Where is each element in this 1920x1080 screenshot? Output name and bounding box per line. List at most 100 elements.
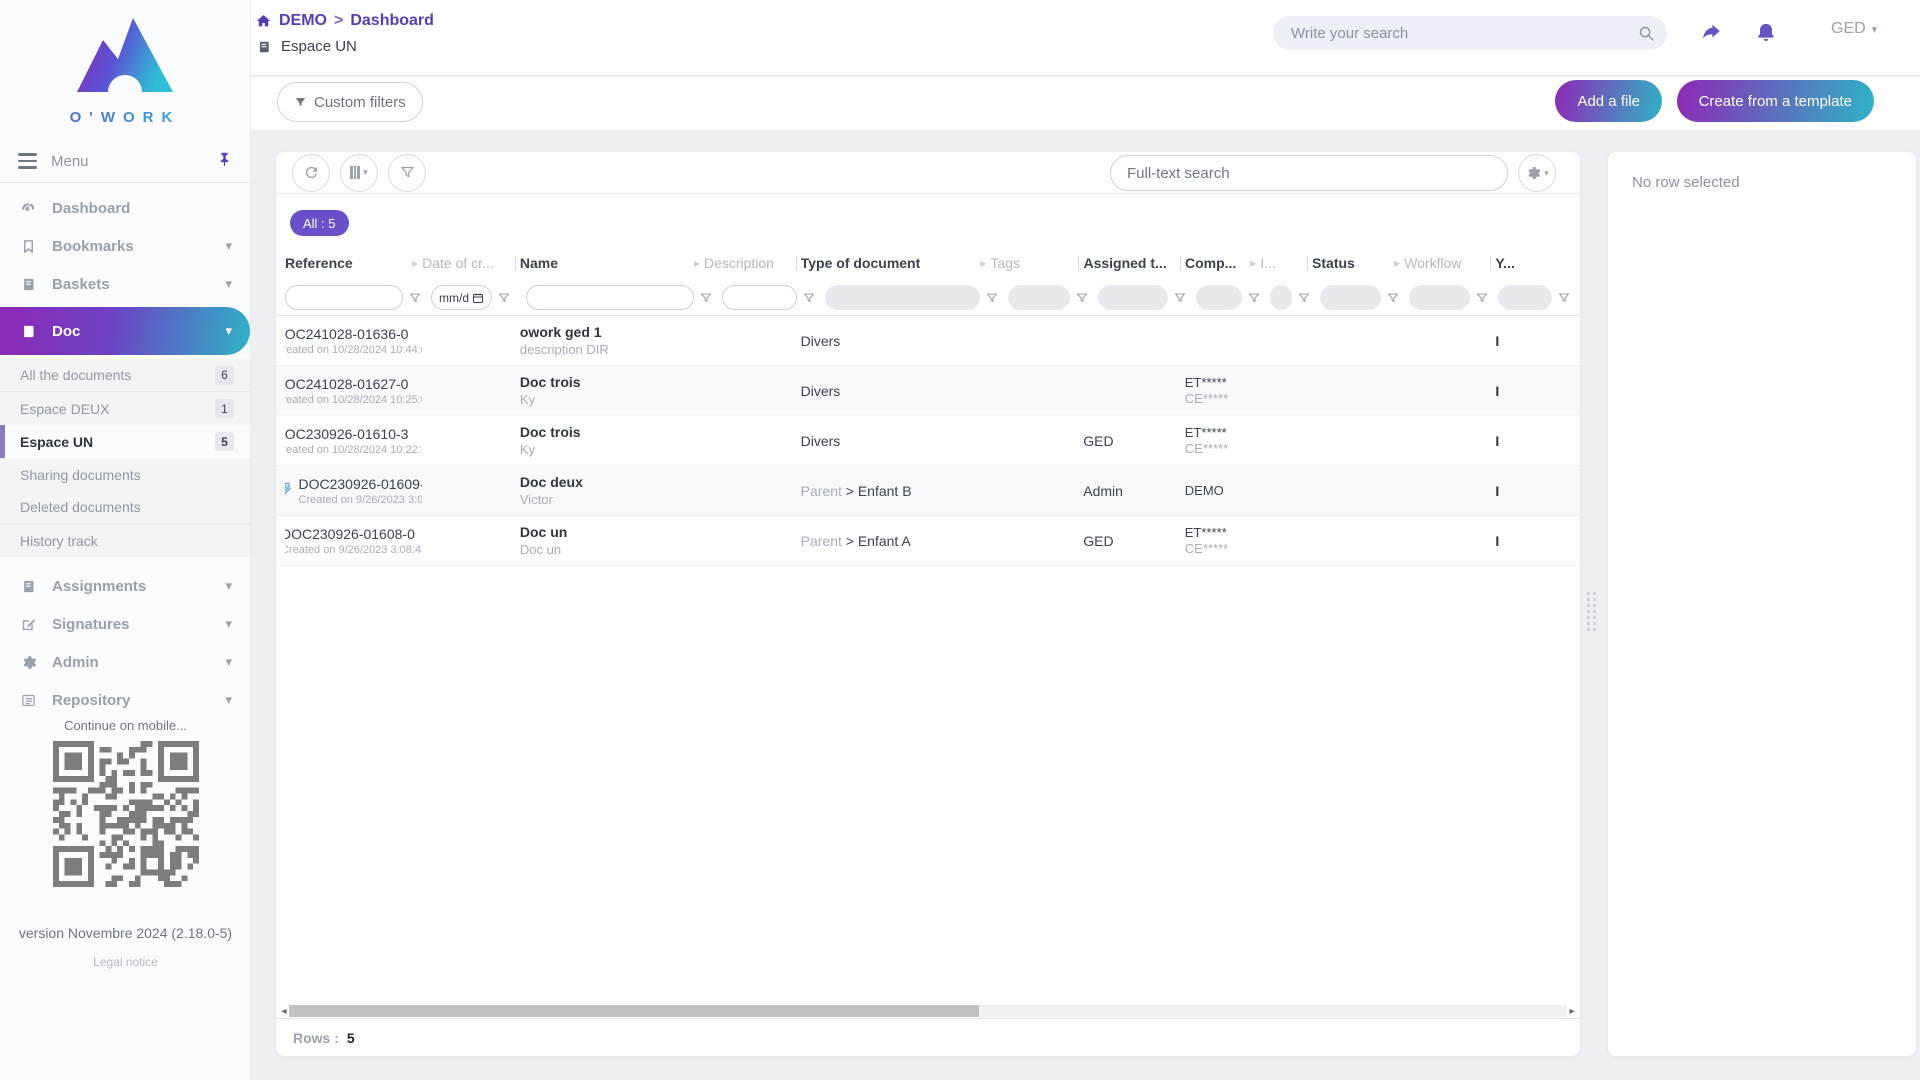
column-header-comp[interactable]: Comp...▸: [1185, 246, 1260, 280]
scrollbar-track[interactable]: [289, 1005, 1567, 1017]
column-header-label: Type of document: [801, 255, 921, 271]
search-icon[interactable]: [1638, 25, 1655, 42]
sidebar-item-signatures[interactable]: Signatures▾: [0, 605, 250, 643]
table-row[interactable]: DOC241028-01627-0Created on 10/28/2024 1…: [276, 366, 1580, 416]
sort-arrow-icon[interactable]: ▸: [412, 256, 418, 270]
column-header-status[interactable]: Status▸: [1312, 246, 1404, 280]
chevron-down-icon[interactable]: ▾: [225, 238, 232, 254]
filter-input[interactable]: [526, 285, 694, 310]
sidebar-subitem-deleted-documents[interactable]: Deleted documents: [0, 491, 250, 524]
type-main: Divers: [801, 433, 841, 449]
filter-funnel-icon[interactable]: [986, 292, 998, 304]
refresh-button[interactable]: [292, 154, 330, 192]
sidebar-item-dashboard[interactable]: Dashboard: [0, 189, 250, 227]
column-header-i[interactable]: I...: [1260, 246, 1312, 280]
filter-funnel-icon[interactable]: [1076, 292, 1088, 304]
sidebar-subitem-espace-un[interactable]: Espace UN5: [0, 425, 250, 458]
column-header-name[interactable]: Name▸: [520, 246, 704, 280]
home-icon[interactable]: [255, 13, 272, 29]
chevron-down-icon[interactable]: ▾: [225, 616, 232, 632]
table-row[interactable]: DOC230926-01610-3Created on 10/28/2024 1…: [276, 416, 1580, 466]
legal-notice-link[interactable]: Legal notice: [0, 955, 251, 969]
cell-tags: [990, 516, 1083, 565]
filter-funnel-icon[interactable]: [498, 292, 510, 304]
chevron-down-icon[interactable]: ▾: [225, 692, 232, 708]
filter-funnel-icon[interactable]: [1476, 292, 1488, 304]
chevron-down-icon[interactable]: ▾: [225, 323, 232, 339]
all-count-pill[interactable]: All : 5: [290, 210, 349, 236]
column-divider: [1490, 256, 1491, 271]
sidebar-item-baskets[interactable]: Baskets▾: [0, 265, 250, 303]
cell-date: [422, 416, 520, 465]
column-header-reference[interactable]: Reference▸: [285, 246, 422, 280]
date-filter-input[interactable]: mm/d: [431, 285, 492, 310]
column-header-workflow[interactable]: Workflow: [1404, 246, 1495, 280]
column-header-y[interactable]: Y...: [1495, 246, 1580, 280]
filter-funnel-icon[interactable]: [700, 292, 712, 304]
filter-input[interactable]: [285, 285, 403, 310]
custom-filters-button[interactable]: Custom filters: [277, 82, 423, 122]
filter-funnel-icon[interactable]: [1387, 292, 1399, 304]
panel-resize-grip[interactable]: [1587, 592, 1596, 631]
filter-button[interactable]: [388, 154, 426, 192]
sidebar-subitem-espace-deux[interactable]: Espace DEUX1: [0, 392, 250, 425]
calendar-icon[interactable]: [472, 292, 484, 304]
user-menu[interactable]: GED ▾: [1831, 20, 1877, 38]
reference-value: DOC230926-01609-0: [299, 476, 423, 492]
share-button[interactable]: [1696, 18, 1726, 48]
create-from-template-button[interactable]: Create from a template: [1677, 80, 1874, 122]
column-header-type-of-document[interactable]: Type of document ▸: [801, 246, 991, 280]
fulltext-search-input[interactable]: [1127, 165, 1491, 182]
chevron-down-icon[interactable]: ▾: [225, 654, 232, 670]
sort-arrow-icon[interactable]: ▸: [694, 256, 700, 270]
cell-tags: [990, 366, 1083, 415]
column-header-tags[interactable]: Tags: [990, 246, 1083, 280]
notifications-button[interactable]: [1751, 18, 1781, 48]
sidebar-subitem-history-track[interactable]: History track: [0, 524, 250, 557]
brand-logo[interactable]: O'WORK: [0, 0, 250, 140]
sort-arrow-icon[interactable]: ▸: [1394, 256, 1400, 270]
chevron-down-icon[interactable]: ▾: [225, 578, 232, 594]
hamburger-icon[interactable]: [18, 153, 37, 169]
filter-input[interactable]: [722, 285, 797, 310]
filter-funnel-icon[interactable]: [1558, 292, 1570, 304]
table-row[interactable]: DOC241028-01636-0Created on 10/28/2024 1…: [276, 316, 1580, 366]
sort-arrow-icon[interactable]: ▸: [1250, 256, 1256, 270]
scroll-left-arrow[interactable]: ◂: [279, 1006, 289, 1017]
sidebar-item-assignments[interactable]: Assignments▾: [0, 567, 250, 605]
filter-funnel-icon[interactable]: [803, 292, 815, 304]
scroll-right-arrow[interactable]: ▸: [1567, 1006, 1577, 1017]
scrollbar-thumb[interactable]: [289, 1005, 979, 1017]
reference-text-block: DOC230926-01608-0Created on 9/26/2023 3:…: [285, 526, 422, 556]
cell-name: owork ged 1description DIR: [520, 316, 704, 365]
column-header-assigned-t[interactable]: Assigned t...: [1083, 246, 1185, 280]
sidebar-subitem-all-the-documents[interactable]: All the documents6: [0, 359, 250, 392]
count-badge: 5: [215, 432, 234, 451]
sidebar-subitem-sharing-documents[interactable]: Sharing documents: [0, 458, 250, 491]
table-settings-button[interactable]: ▾: [1518, 154, 1556, 192]
filter-funnel-icon[interactable]: [409, 292, 421, 304]
cell-status: [1312, 316, 1404, 365]
add-file-button[interactable]: Add a file: [1555, 80, 1662, 122]
sort-arrow-icon[interactable]: ▸: [980, 256, 986, 270]
column-header-date-of-cr[interactable]: Date of cr...: [422, 246, 520, 280]
columns-button[interactable]: ▾: [340, 154, 378, 192]
pin-icon[interactable]: [217, 151, 232, 172]
column-header-label: Workflow: [1404, 255, 1461, 271]
filter-disabled: [1409, 285, 1469, 310]
gear-icon: [18, 654, 38, 671]
sidebar-item-admin[interactable]: Admin▾: [0, 643, 250, 681]
sidebar-item-doc[interactable]: Doc▾: [0, 307, 250, 355]
breadcrumb-root[interactable]: DEMO: [279, 12, 327, 30]
sidebar-item-repository[interactable]: Repository▾: [0, 681, 250, 719]
filter-funnel-icon[interactable]: [1248, 292, 1260, 304]
table-row[interactable]: DOC230926-01608-0Created on 9/26/2023 3:…: [276, 516, 1580, 566]
filter-funnel-icon[interactable]: [1174, 292, 1186, 304]
column-header-description[interactable]: Description: [704, 246, 801, 280]
table-row[interactable]: wDOC230926-01609-0Created on 9/26/2023 3…: [276, 466, 1580, 516]
chevron-down-icon[interactable]: ▾: [225, 276, 232, 292]
filter-funnel-icon[interactable]: [1298, 292, 1310, 304]
breadcrumb-current[interactable]: Dashboard: [350, 12, 434, 30]
global-search-input[interactable]: [1291, 25, 1638, 42]
sidebar-item-bookmarks[interactable]: Bookmarks▾: [0, 227, 250, 265]
